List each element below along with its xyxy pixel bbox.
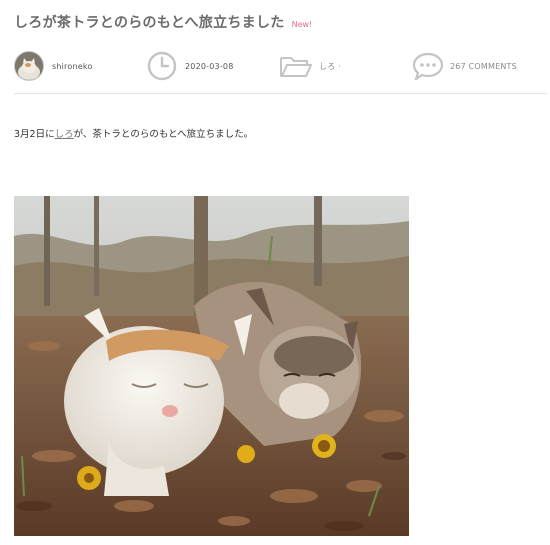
author-name[interactable]: shironeko	[52, 62, 93, 71]
category-link[interactable]: しろ ·	[319, 61, 341, 72]
post-title[interactable]: しろが茶トラとのらのもとへ旅立ちました	[14, 12, 285, 32]
meta-divider	[14, 93, 547, 94]
cats-photo-image	[14, 196, 409, 536]
body-text-before: 3月2日に	[14, 129, 55, 140]
folder-icon	[280, 57, 312, 77]
speech-bubble-icon	[412, 52, 444, 81]
category-meta[interactable]: しろ ·	[279, 48, 341, 84]
cat-avatar-icon	[15, 52, 43, 80]
clock-icon	[147, 51, 177, 81]
comments-count[interactable]: 267 COMMENTS	[450, 62, 517, 71]
new-badge: New!	[291, 20, 313, 29]
post-photo	[14, 196, 409, 536]
post-meta: shironeko 2020-03-08 しろ · 267 COMMENTS	[0, 48, 550, 84]
body-text-after: が、茶トラとのらのもとへ旅立ちました。	[73, 129, 254, 140]
post-body-text: 3月2日にしろが、茶トラとのらのもとへ旅立ちました。	[14, 126, 253, 140]
author-avatar[interactable]	[14, 51, 44, 81]
post-date: 2020-03-08	[185, 61, 234, 71]
shiro-link[interactable]: しろ	[55, 129, 74, 140]
post-title-row: しろが茶トラとのらのもとへ旅立ちました New!	[14, 12, 312, 32]
comments-meta[interactable]: 267 COMMENTS	[412, 48, 517, 84]
date-meta: 2020-03-08	[147, 48, 234, 84]
author-meta[interactable]: shironeko	[14, 48, 93, 84]
